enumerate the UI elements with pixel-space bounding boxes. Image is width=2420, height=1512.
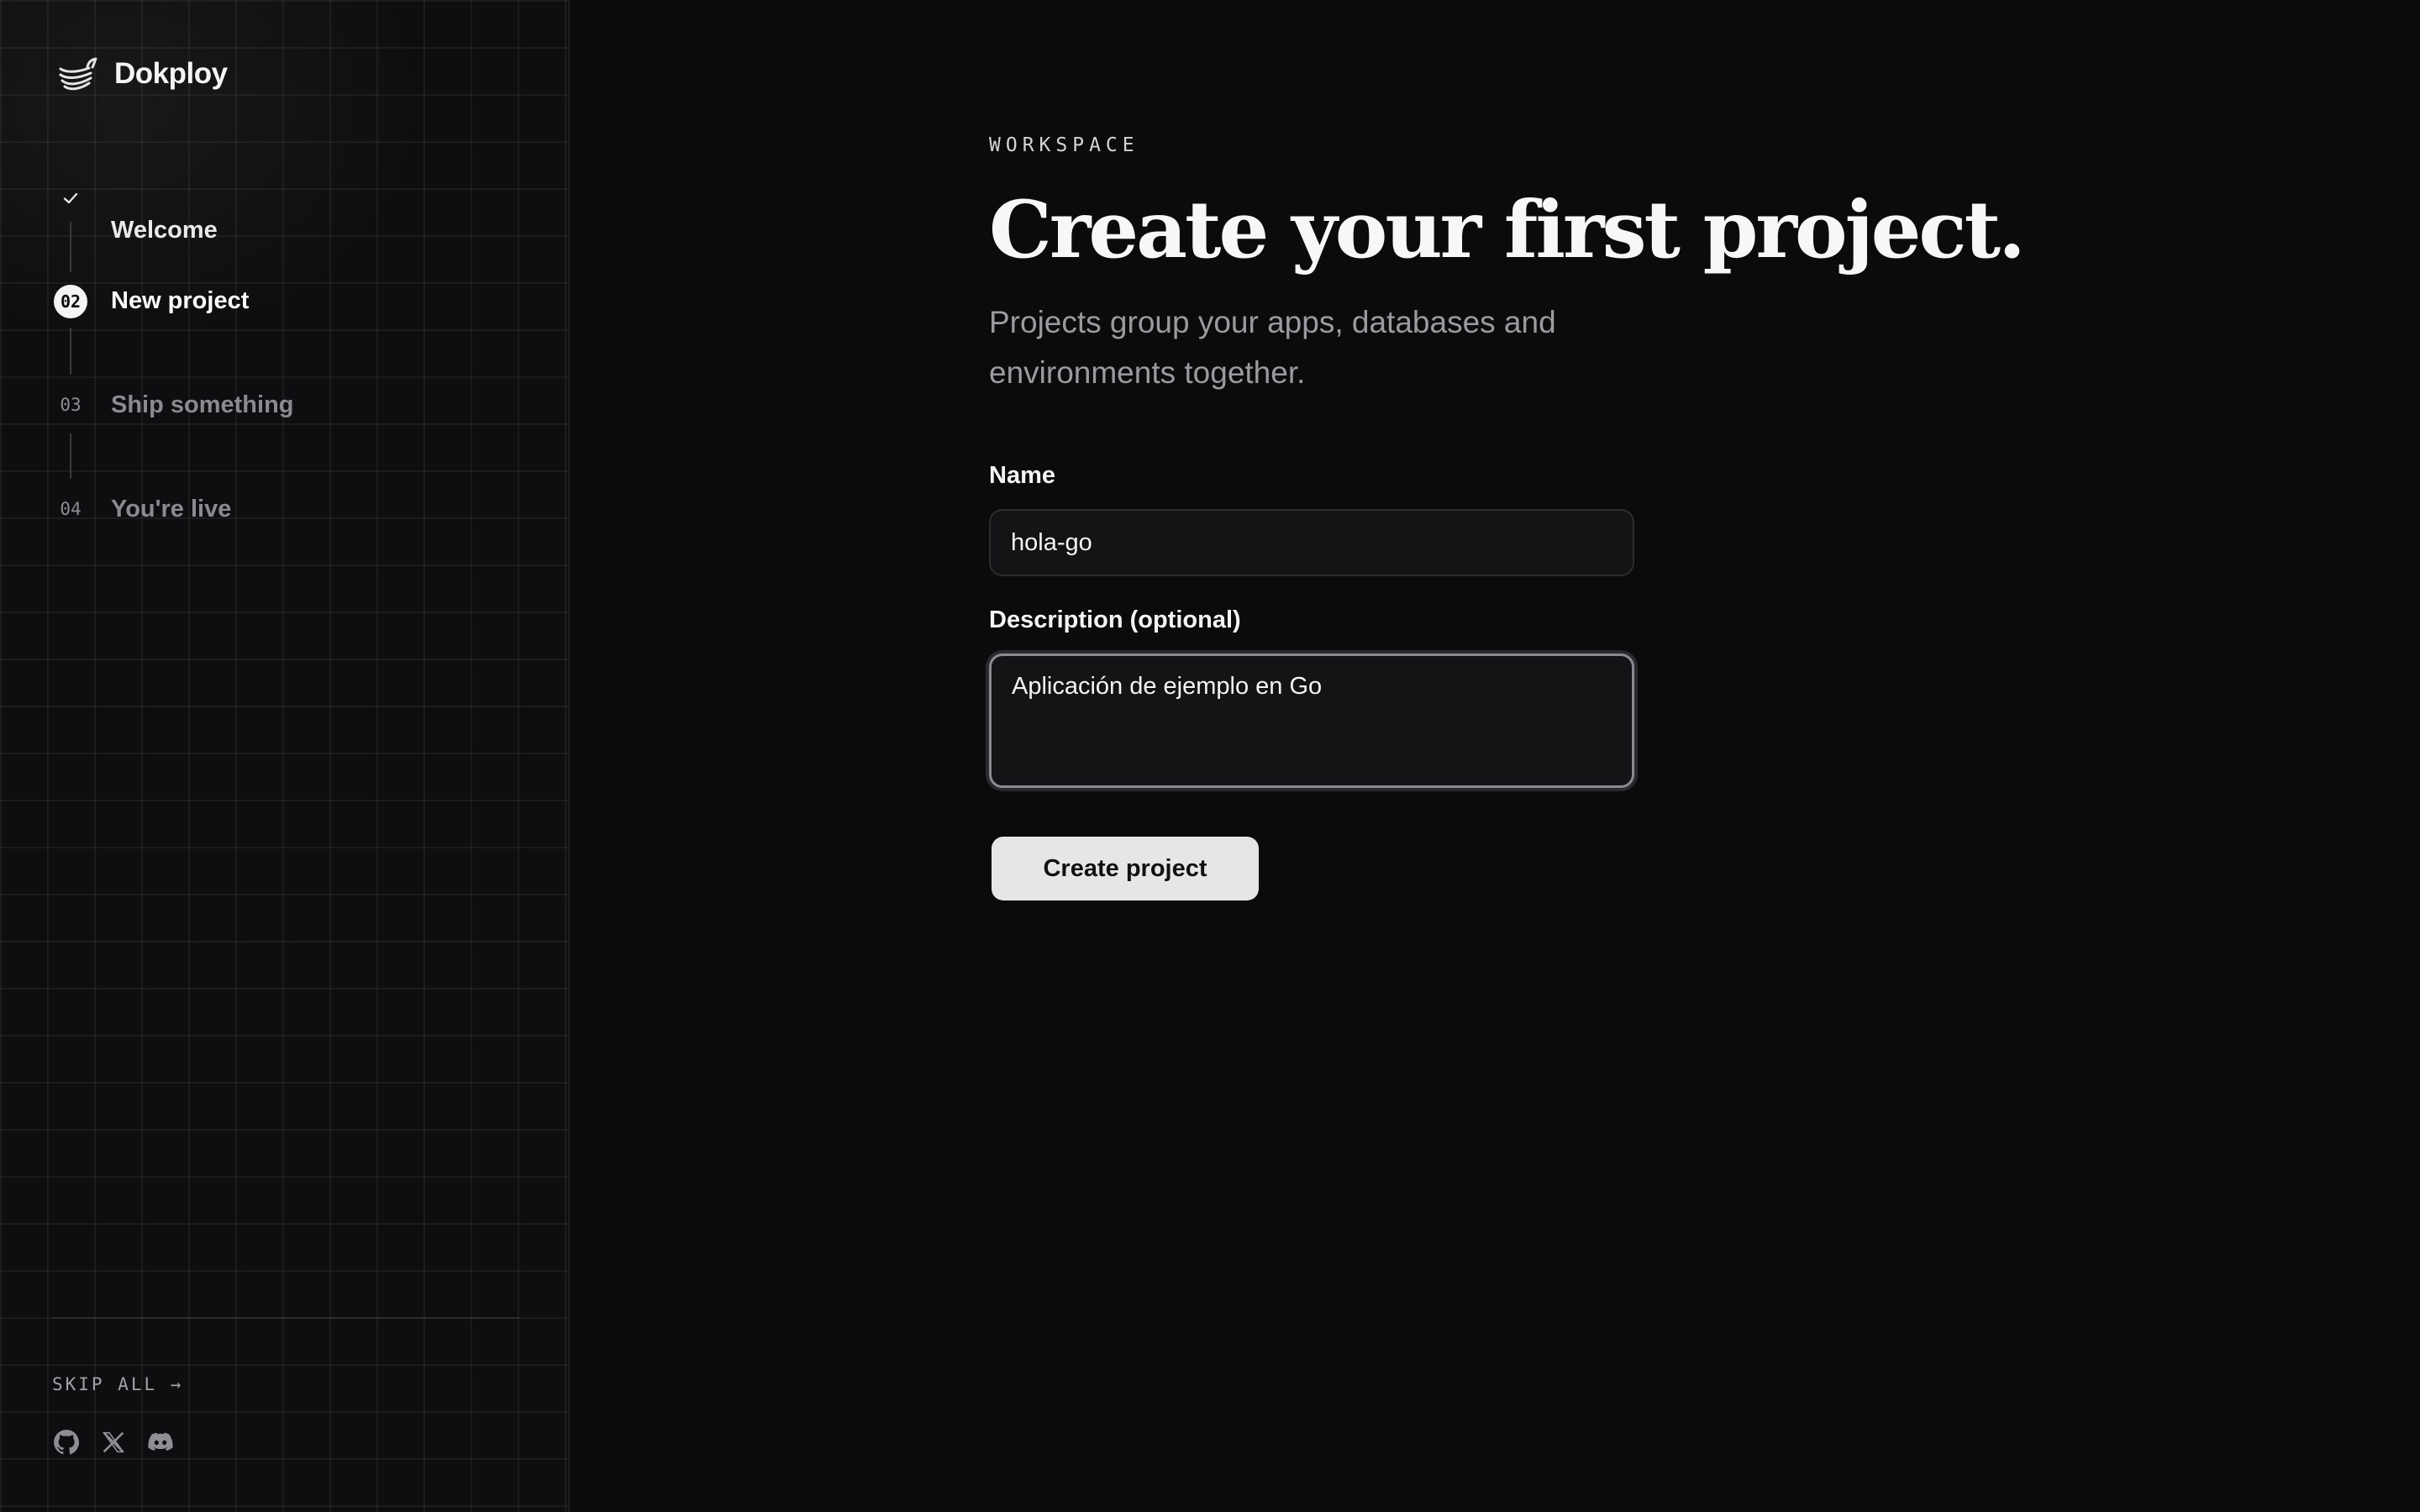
step-check-icon [54,181,87,215]
step-connector [70,328,71,375]
step-youre-live[interactable]: You're live [111,496,231,523]
step-number: 03 [60,395,82,415]
step-number: 04 [60,499,82,519]
name-label: Name [989,462,1055,489]
section-eyebrow: WORKSPACE [989,134,1139,156]
create-project-button[interactable]: Create project [992,837,1259,900]
skip-all-link[interactable]: SKIP ALL → [52,1374,183,1394]
sidebar: Dokploy Welcome 02 New project 03 Ship s… [0,0,570,1512]
github-icon[interactable] [52,1428,81,1457]
description-label: Description (optional) [989,606,1241,633]
x-icon[interactable] [99,1428,128,1457]
social-links [52,1428,175,1457]
step-number-badge: 02 [54,285,87,318]
step-new-project[interactable]: New project [111,287,249,315]
onboarding-steps: Welcome 02 New project 03 Ship something… [0,0,570,588]
project-name-input[interactable] [989,509,1634,576]
discord-icon[interactable] [146,1428,175,1457]
page-subtitle: Projects group your apps, databases and … [989,305,1556,390]
page-title: Create your first project. [989,184,2026,276]
sidebar-divider [52,1317,519,1319]
step-connector [70,222,71,272]
step-connector [70,433,71,479]
step-welcome[interactable]: Welcome [111,217,218,244]
step-ship-something[interactable]: Ship something [111,391,294,419]
project-description-textarea[interactable]: Aplicación de ejemplo en Go [989,654,1634,788]
